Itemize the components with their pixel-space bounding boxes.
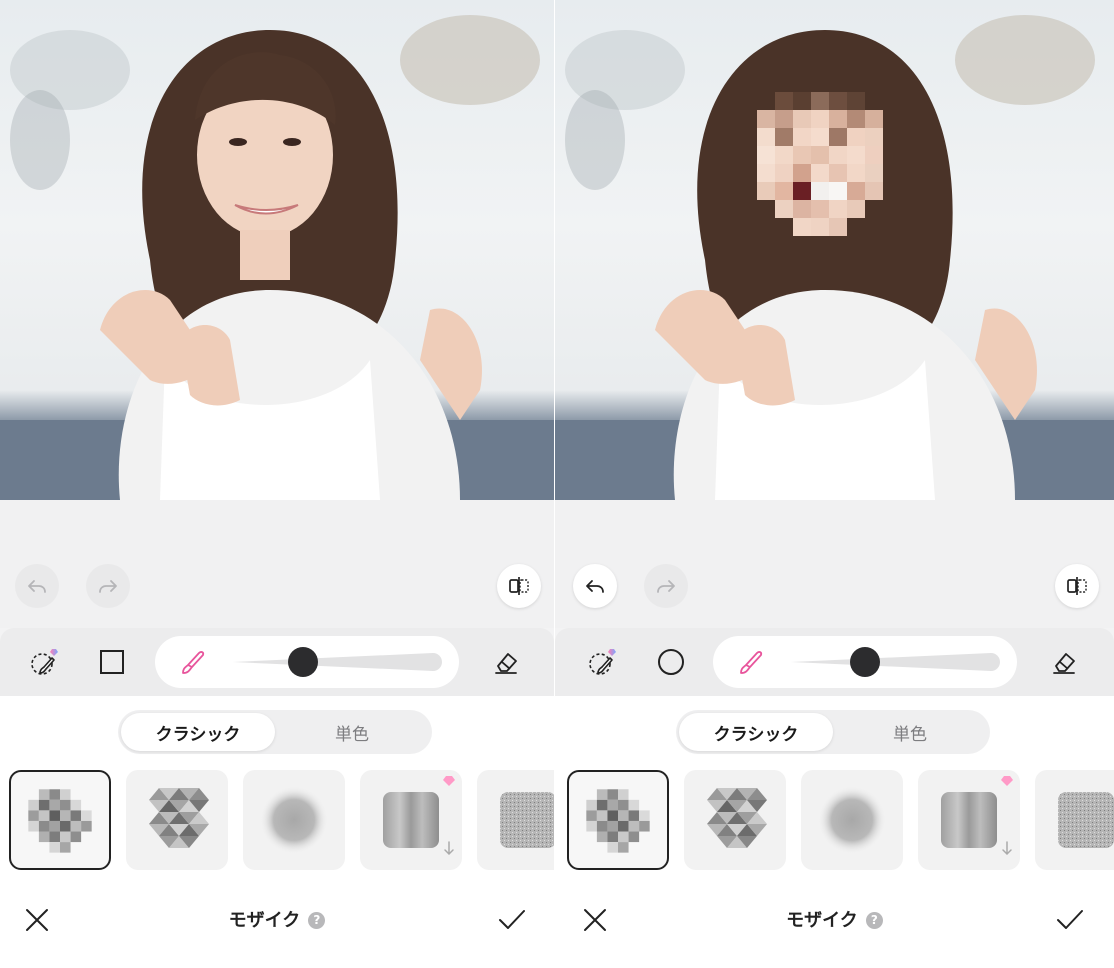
eraser-tool[interactable] bbox=[1042, 640, 1086, 684]
compare-button[interactable] bbox=[1055, 564, 1099, 608]
redo-button[interactable] bbox=[644, 564, 688, 608]
paint-brush-icon[interactable] bbox=[177, 646, 209, 678]
segment-classic[interactable]: クラシック bbox=[121, 713, 275, 751]
triangle-mosaic-icon bbox=[149, 788, 209, 848]
streak-icon bbox=[941, 776, 1013, 856]
checkmark-icon bbox=[1057, 910, 1083, 929]
pixelated-face-region bbox=[757, 92, 883, 236]
streak-icon bbox=[383, 776, 455, 856]
eraser-icon bbox=[1053, 653, 1075, 674]
eraser-tool[interactable] bbox=[484, 640, 528, 684]
redo-button[interactable] bbox=[86, 564, 130, 608]
lasso-brush-icon bbox=[31, 649, 58, 675]
mosaic-type-segment: クラシック 単色 bbox=[118, 710, 432, 754]
editor-panel-after: クラシック 単色 モザイク ? bbox=[555, 0, 1114, 968]
tool-title-text: モザイク bbox=[786, 910, 858, 931]
effect-mosaic-triangle[interactable] bbox=[684, 770, 786, 870]
noise-icon bbox=[1058, 792, 1114, 848]
checkmark-icon bbox=[499, 910, 525, 929]
history-bar bbox=[0, 500, 554, 628]
square-shape-tool[interactable] bbox=[90, 640, 134, 684]
square-shape-icon bbox=[100, 650, 124, 674]
effect-mosaic-classic[interactable] bbox=[9, 770, 111, 870]
undo-button[interactable] bbox=[573, 564, 617, 608]
compare-button[interactable] bbox=[497, 564, 541, 608]
brush-size-control bbox=[713, 636, 1017, 688]
brush-size-knob[interactable] bbox=[288, 647, 318, 677]
editor-panel-before: クラシック 単色 モザイク ? bbox=[0, 0, 554, 968]
compare-split-icon bbox=[1067, 577, 1087, 595]
help-icon[interactable]: ? bbox=[308, 912, 326, 929]
brush-size-track[interactable] bbox=[233, 652, 445, 672]
effect-mosaic-classic[interactable] bbox=[567, 770, 669, 870]
blur-icon bbox=[260, 786, 328, 854]
photo-canvas[interactable] bbox=[555, 0, 1114, 500]
compare-split-icon bbox=[509, 577, 529, 595]
undo-arrow-icon bbox=[586, 580, 604, 593]
circle-shape-tool[interactable] bbox=[649, 640, 693, 684]
blur-icon bbox=[818, 786, 886, 854]
mosaic-type-segment: クラシック 単色 bbox=[676, 710, 990, 754]
circle-shape-icon bbox=[658, 649, 684, 675]
paint-brush-icon[interactable] bbox=[735, 646, 767, 678]
triangle-mosaic-icon bbox=[707, 788, 767, 848]
brush-size-track[interactable] bbox=[791, 652, 1003, 672]
brush-size-knob[interactable] bbox=[850, 647, 880, 677]
help-icon[interactable]: ? bbox=[865, 912, 883, 929]
effect-mosaic-triangle[interactable] bbox=[126, 770, 228, 870]
effect-blur[interactable] bbox=[801, 770, 903, 870]
segment-classic[interactable]: クラシック bbox=[679, 713, 833, 751]
tool-title: モザイク? bbox=[555, 906, 1114, 932]
effect-streak[interactable] bbox=[918, 770, 1020, 870]
redo-arrow-icon bbox=[657, 580, 675, 593]
history-bar bbox=[555, 500, 1114, 628]
mosaic-pattern-icon bbox=[586, 789, 650, 853]
undo-arrow-icon bbox=[28, 580, 46, 593]
eraser-icon bbox=[495, 653, 517, 674]
effect-noise[interactable] bbox=[477, 770, 554, 870]
brush-size-control bbox=[155, 636, 459, 688]
noise-icon bbox=[500, 792, 554, 848]
portrait-photo-pixelated bbox=[555, 15, 1114, 500]
mosaic-pattern-icon bbox=[28, 789, 92, 853]
tool-title: モザイク? bbox=[0, 906, 554, 932]
lasso-brush-tool[interactable] bbox=[22, 640, 66, 684]
redo-arrow-icon bbox=[99, 580, 117, 593]
segment-solid-color[interactable]: 単色 bbox=[275, 713, 429, 751]
photo-canvas[interactable] bbox=[0, 0, 554, 500]
undo-button[interactable] bbox=[15, 564, 59, 608]
tool-title-text: モザイク bbox=[228, 910, 301, 931]
apply-button[interactable] bbox=[492, 900, 532, 940]
lasso-brush-tool[interactable] bbox=[580, 640, 624, 684]
portrait-photo bbox=[0, 15, 554, 500]
effect-noise[interactable] bbox=[1035, 770, 1114, 870]
apply-button[interactable] bbox=[1050, 900, 1090, 940]
segment-solid-color[interactable]: 単色 bbox=[833, 713, 987, 751]
effect-blur[interactable] bbox=[243, 770, 345, 870]
effect-streak[interactable] bbox=[360, 770, 462, 870]
lasso-brush-icon bbox=[589, 649, 616, 675]
